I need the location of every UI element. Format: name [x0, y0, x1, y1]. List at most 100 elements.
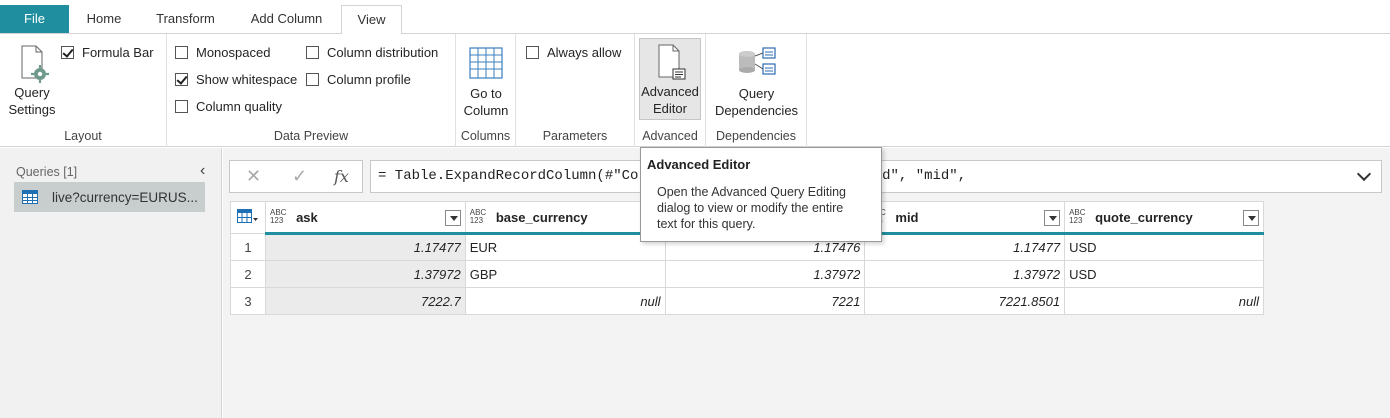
- chevron-down-icon[interactable]: [1356, 166, 1372, 182]
- tooltip-line-2: dialog to view or modify the entire: [657, 201, 844, 215]
- formula-buttons: ✕ ✓ fx: [229, 160, 363, 193]
- cell-base-currency[interactable]: GBP: [464, 260, 666, 288]
- tab-transform[interactable]: Transform: [139, 5, 232, 34]
- type-any-icon: ABC123: [269, 208, 287, 226]
- group-layout: Query Settings Formula Bar Layout: [0, 34, 167, 147]
- query-dependencies-button[interactable]: Query Dependencies: [710, 42, 803, 122]
- checkbox-box[interactable]: [306, 46, 319, 59]
- group-label-data-preview: Data Preview: [273, 129, 349, 143]
- query-dependencies-icon: [738, 47, 776, 75]
- row-number[interactable]: 1: [230, 233, 266, 261]
- query-settings-label-1: Query: [14, 85, 50, 100]
- queries-header: Queries [1]: [16, 165, 78, 179]
- tab-file[interactable]: File: [0, 5, 69, 33]
- cell-base-currency[interactable]: null: [464, 287, 666, 315]
- checkbox-box[interactable]: [175, 46, 188, 59]
- advanced-editor-label-2: Editor: [653, 101, 687, 116]
- tab-view[interactable]: View: [341, 5, 402, 35]
- column-header-label: ask: [296, 209, 318, 225]
- tab-home[interactable]: Home: [69, 5, 139, 34]
- column-quality-label: Column quality: [196, 99, 282, 114]
- ribbon: Query Settings Formula Bar Layout Monosp…: [0, 34, 1390, 147]
- cell-quote-currency[interactable]: USD: [1064, 233, 1264, 261]
- column-header-base-currency[interactable]: ABC 123 base_currency: [464, 201, 666, 235]
- cancel-icon[interactable]: ✕: [246, 166, 261, 187]
- go-to-column-label-1: Go to: [470, 86, 502, 101]
- go-to-column-icon: [469, 47, 503, 79]
- group-label-advanced: Advanced: [642, 129, 698, 143]
- tab-add-column[interactable]: Add Column: [232, 5, 341, 34]
- tooltip-title: Advanced Editor: [647, 157, 751, 172]
- cell-quote-currency[interactable]: null: [1064, 287, 1264, 315]
- function-icon[interactable]: fx: [334, 167, 349, 186]
- group-label-columns: Columns: [460, 129, 511, 143]
- query-settings-label-2: Settings: [8, 102, 56, 117]
- group-label-parameters: Parameters: [542, 129, 608, 143]
- query-settings-button[interactable]: Query Settings: [3, 42, 61, 122]
- tooltip-line-3: text for this query.: [657, 217, 756, 231]
- group-parameters: Always allow Parameters: [516, 34, 635, 147]
- column-header-label: mid: [895, 209, 919, 225]
- tooltip-line-1: Open the Advanced Query Editing: [657, 185, 847, 199]
- query-dependencies-label-2: Dependencies: [714, 103, 799, 118]
- go-to-column-button[interactable]: Go to Column: [458, 42, 514, 122]
- query-item-label: live?currency=EURUS...: [52, 189, 198, 205]
- cell-quote-currency[interactable]: USD: [1064, 260, 1264, 288]
- query-dependencies-label-1: Query: [738, 86, 775, 101]
- cell-mid[interactable]: 1.37972: [864, 260, 1066, 288]
- cell-bid[interactable]: 1.37972: [664, 260, 866, 288]
- always-allow-label: Always allow: [547, 45, 622, 60]
- filter-dropdown-icon[interactable]: [444, 209, 461, 226]
- cell-mid[interactable]: 7221.8501: [864, 287, 1066, 315]
- collapse-pane-icon[interactable]: ‹: [200, 162, 205, 180]
- cell-ask[interactable]: 1.37972: [264, 260, 466, 288]
- row-number[interactable]: 2: [230, 260, 266, 288]
- formula-bar-checkbox[interactable]: Formula Bar: [61, 45, 154, 60]
- checkbox-box[interactable]: [175, 73, 188, 86]
- group-label-layout: Layout: [64, 129, 102, 143]
- column-quality-checkbox[interactable]: Column quality: [175, 99, 282, 114]
- cell-base-currency[interactable]: EUR: [464, 233, 666, 261]
- column-header-quote-currency[interactable]: ABC 123 quote_currency: [1064, 201, 1264, 235]
- monospaced-checkbox[interactable]: Monospaced: [175, 45, 270, 60]
- show-whitespace-label: Show whitespace: [196, 72, 298, 87]
- show-whitespace-checkbox[interactable]: Show whitespace: [175, 72, 297, 87]
- cell-bid[interactable]: 7221: [664, 287, 866, 315]
- go-to-column-label-2: Column: [463, 103, 509, 118]
- cell-ask[interactable]: 1.17477: [264, 233, 466, 261]
- column-header-label: quote_currency: [1095, 209, 1193, 225]
- cell-ask[interactable]: 7222.7: [264, 287, 466, 315]
- filter-dropdown-icon[interactable]: [1243, 209, 1259, 226]
- formula-bar-label: Formula Bar: [82, 45, 154, 60]
- monospaced-label: Monospaced: [196, 45, 271, 60]
- advanced-editor-tooltip: Advanced Editor Open the Advanced Query …: [640, 147, 882, 242]
- group-dependencies: Query Dependencies Dependencies: [706, 34, 807, 147]
- checkbox-box[interactable]: [61, 46, 74, 59]
- query-item[interactable]: live?currency=EURUS...: [14, 182, 205, 212]
- always-allow-checkbox[interactable]: Always allow: [526, 45, 621, 60]
- advanced-editor-label-1: Advanced: [641, 84, 699, 99]
- row-number[interactable]: 3: [230, 287, 266, 315]
- checkbox-box[interactable]: [306, 73, 319, 86]
- type-any-icon: ABC123: [469, 208, 487, 226]
- table-icon: [22, 190, 38, 204]
- type-any-icon: ABC123: [1069, 208, 1086, 226]
- column-profile-checkbox[interactable]: Column profile: [306, 72, 411, 87]
- advanced-editor-icon: [658, 44, 686, 80]
- cell-mid[interactable]: 1.17477: [864, 233, 1066, 261]
- group-columns: Go to Column Columns: [456, 34, 516, 147]
- filter-dropdown-icon[interactable]: [1044, 209, 1061, 226]
- table-row: 3 7222.7 null 7221 7221.8501 null: [230, 287, 1264, 315]
- column-distribution-label: Column distribution: [327, 45, 439, 60]
- advanced-editor-button[interactable]: Advanced Editor: [639, 38, 701, 120]
- column-header-label: base_currency: [495, 209, 588, 225]
- column-distribution-checkbox[interactable]: Column distribution: [306, 45, 438, 60]
- ribbon-tabs: File Home Transform Add Column View: [0, 0, 1390, 35]
- query-settings-icon: [21, 45, 49, 83]
- column-header-mid[interactable]: ABC123 mid: [864, 201, 1066, 235]
- table-menu-button[interactable]: [230, 201, 266, 234]
- commit-icon[interactable]: ✓: [292, 166, 307, 187]
- checkbox-box[interactable]: [175, 100, 188, 113]
- column-header-ask[interactable]: ABC 123 ask: [264, 201, 466, 235]
- checkbox-box[interactable]: [526, 46, 539, 59]
